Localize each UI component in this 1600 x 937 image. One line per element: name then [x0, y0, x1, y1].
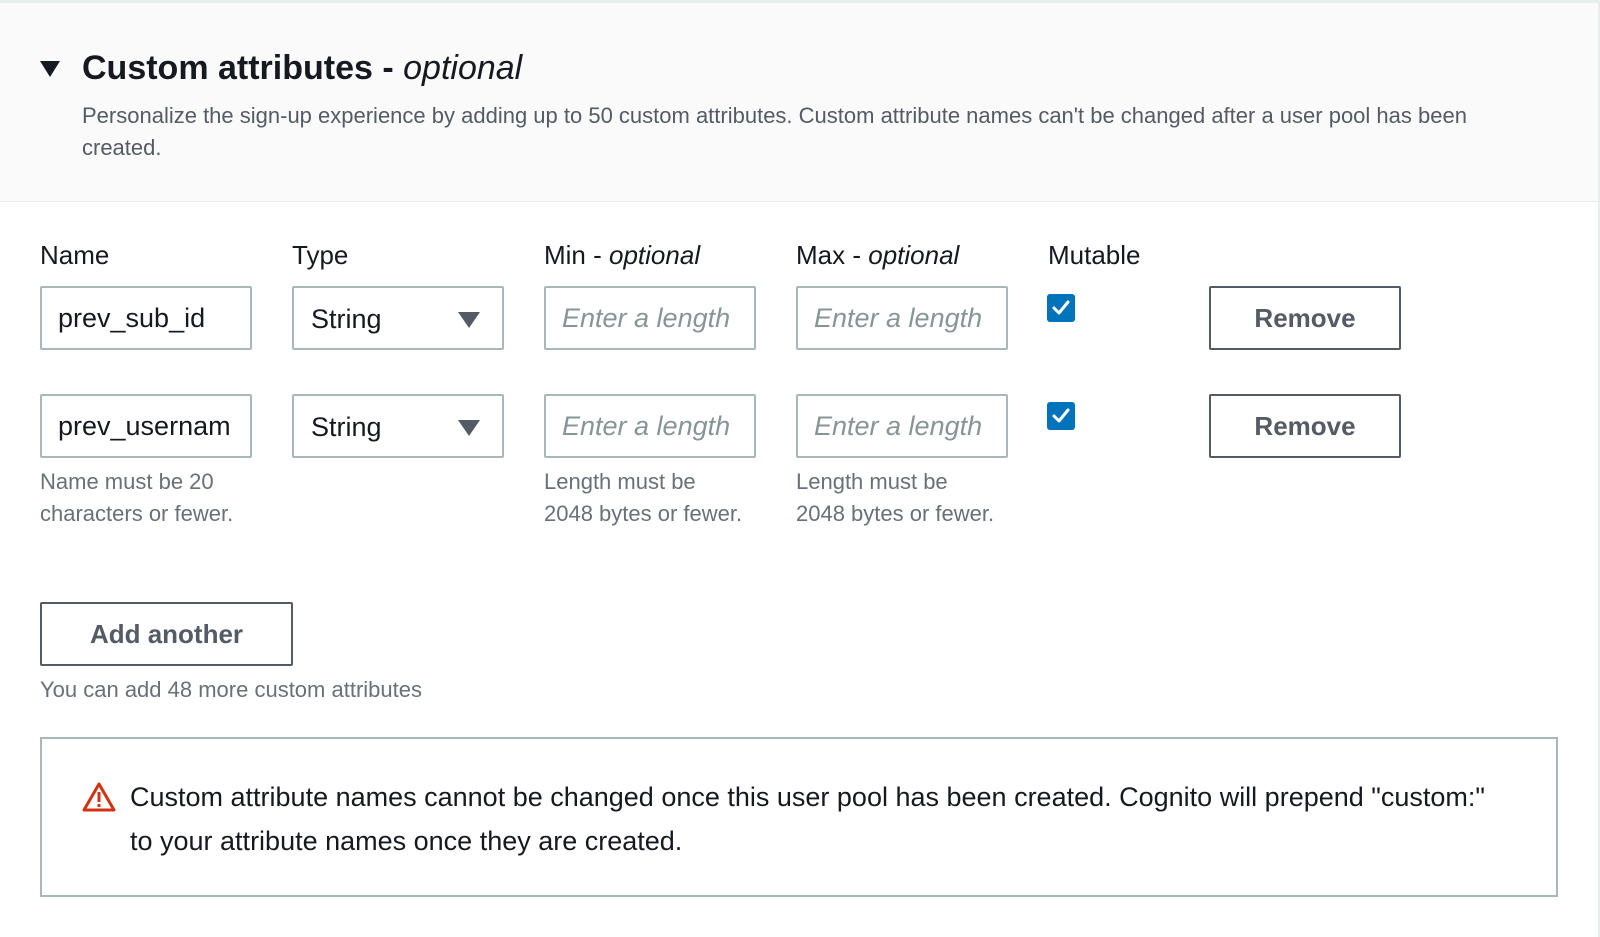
add-another-button[interactable]: Add another [40, 602, 293, 666]
min-constraint-text: Length must be 2048 bytes or fewer. [544, 469, 743, 526]
warning-triangle-icon [82, 782, 116, 812]
warning-alert: Custom attribute names cannot be changed… [40, 737, 1558, 897]
column-header-type: Type [292, 240, 349, 270]
mutable-checkbox[interactable] [1047, 294, 1075, 322]
name-constraint-text: Name must be 20 characters or fewer. [40, 469, 234, 526]
custom-attributes-panel: Custom attributes - optional Personalize… [0, 0, 1600, 937]
warning-alert-text: Custom attribute names cannot be changed… [130, 782, 1485, 856]
remove-button[interactable]: Remove [1209, 394, 1401, 458]
dropdown-arrow-icon [458, 420, 480, 436]
checkmark-icon [1052, 300, 1070, 315]
min-length-input[interactable] [544, 286, 756, 350]
max-length-input[interactable] [796, 286, 1008, 350]
min-length-input[interactable] [544, 394, 756, 458]
attribute-type-value: String [311, 304, 382, 334]
remove-button[interactable]: Remove [1209, 286, 1401, 350]
section-title[interactable]: Custom attributes - optional [82, 48, 522, 88]
checkmark-icon [1052, 408, 1070, 423]
column-header-max: Max - optional [796, 240, 960, 270]
attribute-name-input[interactable] [40, 286, 252, 350]
dropdown-arrow-icon [458, 312, 480, 328]
caret-down-icon[interactable] [40, 61, 60, 77]
attribute-type-select[interactable]: String [292, 286, 504, 350]
max-length-input[interactable] [796, 394, 1008, 458]
remaining-attributes-text: You can add 48 more custom attributes [40, 677, 422, 702]
section-header: Custom attributes - optional Personalize… [0, 0, 1598, 202]
max-constraint-text: Length must be 2048 bytes or fewer. [796, 469, 995, 526]
column-header-name: Name [40, 240, 110, 270]
section-description: Personalize the sign-up experience by ad… [82, 103, 1467, 160]
mutable-checkbox[interactable] [1047, 402, 1075, 430]
attribute-type-select[interactable]: String [292, 394, 504, 458]
column-header-min: Min - optional [544, 240, 701, 270]
attribute-name-input[interactable] [40, 394, 252, 458]
attribute-type-value: String [311, 412, 382, 442]
column-header-mutable: Mutable [1048, 240, 1141, 270]
